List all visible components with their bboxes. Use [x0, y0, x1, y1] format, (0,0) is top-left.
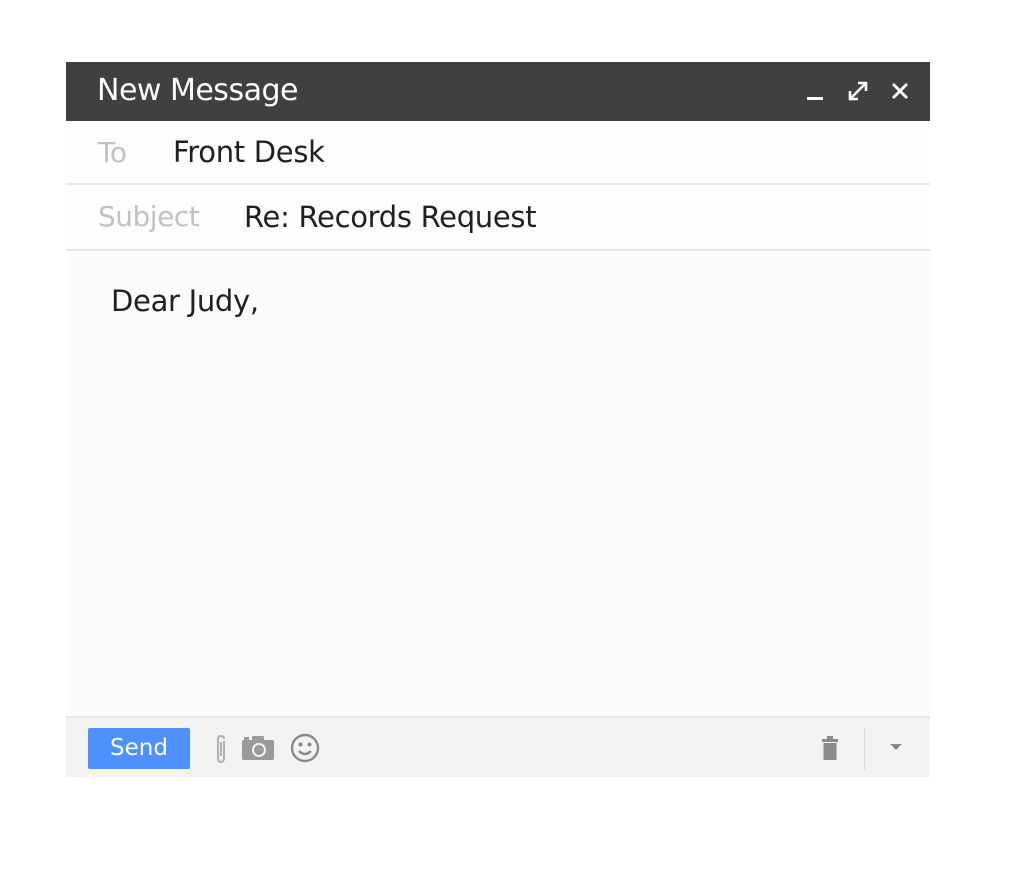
subject-row[interactable]: Subject Re: Records Request [66, 185, 930, 251]
compose-toolbar: Send [66, 716, 930, 777]
to-field[interactable]: Front Desk [173, 135, 325, 169]
expand-icon[interactable] [845, 78, 871, 104]
subject-field[interactable]: Re: Records Request [244, 200, 537, 234]
compose-window: New Message To Front Desk Subject Re: Re… [66, 62, 930, 777]
toolbar-divider [864, 728, 865, 770]
to-row[interactable]: To Front Desk [66, 121, 930, 185]
to-label: To [98, 136, 127, 169]
message-body-text[interactable]: Dear Judy, [111, 283, 259, 319]
dropdown-arrow-icon[interactable] [889, 742, 903, 752]
camera-icon[interactable] [241, 734, 275, 762]
trash-icon[interactable] [819, 736, 841, 762]
message-body[interactable]: Dear Judy, [66, 251, 930, 716]
close-icon[interactable] [887, 78, 913, 104]
minimize-icon[interactable] [803, 78, 829, 104]
paperclip-icon[interactable] [213, 733, 229, 765]
window-title: New Message [97, 73, 298, 108]
smiley-icon[interactable] [289, 732, 321, 764]
subject-label: Subject [98, 200, 200, 233]
send-button[interactable]: Send [88, 728, 190, 769]
compose-titlebar[interactable]: New Message [66, 62, 930, 121]
